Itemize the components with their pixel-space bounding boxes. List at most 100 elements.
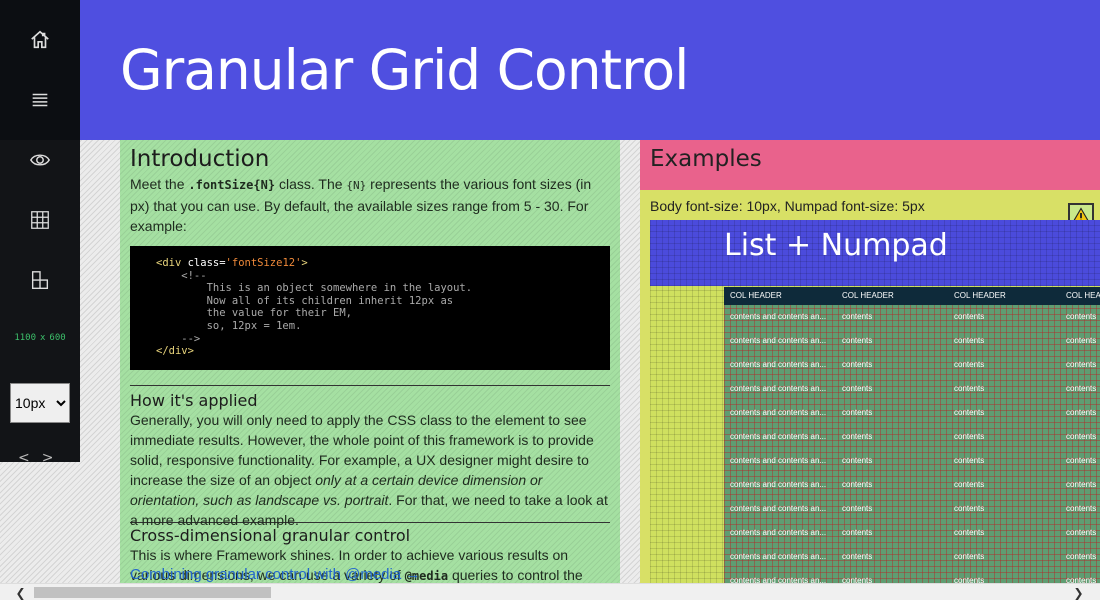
menu-icon (32, 93, 48, 107)
table-cell: contents (1066, 552, 1097, 561)
table-row[interactable]: contents and contents an... contents conte… (724, 329, 1100, 353)
scroll-right-button[interactable]: ❯ (1070, 584, 1087, 600)
code-line: the value for their EM, (156, 307, 352, 320)
table-row[interactable]: contents and contents an... contents conte… (724, 401, 1100, 425)
intro-panel: Introduction Meet the .fontSize{N} class… (120, 140, 620, 585)
viewport-sep: x (40, 333, 46, 343)
table-row[interactable]: contents and contents an... contents conte… (724, 377, 1100, 401)
table-cell: contents and contents an... (730, 432, 827, 441)
sidebar: 1100 x 600 10px <> (0, 0, 80, 466)
viewport-height: 600 (49, 333, 66, 343)
examples-body: Body font-size: 10px, Numpad font-size: … (640, 190, 1100, 585)
table-cell: contents and contents an... (730, 312, 827, 321)
pager: <> (18, 450, 65, 466)
table-cell: contents (1066, 384, 1097, 393)
table-cell: contents (842, 312, 873, 321)
table-cell: contents (954, 336, 985, 345)
table-row[interactable]: contents and contents an... contents conte… (724, 473, 1100, 497)
code-tag-open: <div (156, 257, 188, 269)
menu-button[interactable] (0, 70, 80, 130)
table-cell: contents and contents an... (730, 504, 827, 513)
media-link[interactable]: Combining granular control with @media → (130, 566, 420, 583)
table-cell: contents (954, 360, 985, 369)
code-example: <div class='fontSize12'> <!-- This is an… (130, 246, 610, 370)
table-cell: contents (954, 552, 985, 561)
scroll-left-button[interactable]: ❮ (12, 584, 29, 600)
code-line: </div> (156, 345, 194, 358)
code-string: 'fontSize12' (225, 257, 302, 269)
table-cell: contents (842, 360, 873, 369)
layout-button[interactable] (0, 250, 80, 310)
grid-button[interactable] (0, 190, 80, 250)
code-line: <!-- (156, 269, 207, 282)
table-header-row: COL HEADER COL HEADER COL HEADER COL HEADER (724, 287, 1100, 305)
view-button[interactable] (0, 130, 80, 190)
table-cell: contents and contents an... (730, 456, 827, 465)
table-cell: contents (1066, 480, 1097, 489)
table-cell: contents (954, 432, 985, 441)
next-button[interactable]: > (42, 450, 66, 466)
table-cell: contents (954, 384, 985, 393)
table-row[interactable]: contents and contents an... contents conte… (724, 521, 1100, 545)
scroll-thumb[interactable] (34, 587, 271, 598)
table-row[interactable]: contents and contents an... contents conte… (724, 545, 1100, 569)
table-row[interactable]: contents and contents an... contents conte… (724, 497, 1100, 521)
table-cell: contents (1066, 360, 1097, 369)
column-header: COL HEADER (1066, 291, 1100, 300)
table-cell: contents (842, 408, 873, 417)
table-cell: contents (1066, 528, 1097, 537)
code-attr: class= (187, 257, 226, 269)
table-cell: contents (842, 384, 873, 393)
table-cell: contents and contents an... (730, 552, 827, 561)
prev-button[interactable]: < (18, 450, 42, 466)
column-header: COL HEADER (842, 291, 894, 300)
table-cell: contents and contents an... (730, 360, 827, 369)
grid-icon (31, 211, 49, 229)
table-row[interactable]: contents and contents an... contents conte… (724, 353, 1100, 377)
table-cell: contents (954, 456, 985, 465)
page-header: Granular Grid Control (80, 0, 1100, 140)
table-row[interactable]: contents and contents an... contents conte… (724, 449, 1100, 473)
eye-icon (29, 154, 51, 166)
list-numpad-title: List + Numpad (724, 228, 948, 263)
table-cell: contents (1066, 432, 1097, 441)
code-line: Now all of its children inherit 12px as (156, 294, 454, 307)
table-cell: contents (1066, 336, 1097, 345)
table-cell: contents (842, 552, 873, 561)
table-cell: contents (1066, 504, 1097, 513)
horizontal-scrollbar[interactable]: ❮ ❯ (0, 583, 1100, 600)
viewport-width: 1100 (14, 333, 36, 343)
font-size-label: Body font-size: 10px, Numpad font-size: … (650, 198, 925, 214)
table-cell: contents (842, 456, 873, 465)
home-button[interactable] (0, 10, 80, 70)
table-cell: contents (842, 432, 873, 441)
intro-text-b: class. The (275, 176, 347, 192)
code-line: This is an object somewhere in the layou… (156, 282, 473, 295)
table-cell: contents (1066, 456, 1097, 465)
table-cell: contents (954, 504, 985, 513)
cross-dimensional-heading: Cross-dimensional granular control (130, 525, 411, 545)
how-applied-heading: How it's applied (130, 390, 258, 410)
table-row[interactable]: contents and contents an... contents conte… (724, 425, 1100, 449)
table-cell: contents (954, 312, 985, 321)
table-cell: contents (954, 408, 985, 417)
examples-panel: Examples Body font-size: 10px, Numpad fo… (640, 140, 1100, 585)
table-cell: contents (954, 480, 985, 489)
how-applied-paragraph: Generally, you will only need to apply t… (130, 410, 610, 528)
table-cell: contents (842, 528, 873, 537)
intro-paragraph: Meet the .fontSize{N} class. The {N} rep… (130, 174, 610, 236)
n-code: {N} (346, 179, 367, 192)
examples-header: Examples (640, 140, 1100, 190)
examples-title: Examples (650, 146, 762, 172)
layout-icon (31, 271, 49, 289)
page-title: Granular Grid Control (120, 38, 689, 102)
table-cell: contents and contents an... (730, 528, 827, 537)
list-numpad-header: List + Numpad (650, 220, 1100, 286)
font-size-select[interactable]: 10px (10, 383, 70, 423)
table-cell: contents (842, 336, 873, 345)
viewport-dimensions: 1100 x 600 (0, 333, 80, 343)
code-line: so, 12px = 1em. (156, 319, 302, 332)
table-cell: contents and contents an... (730, 408, 827, 417)
table-row[interactable]: contents and contents an... contents conte… (724, 305, 1100, 329)
code-tag-close: > (301, 257, 308, 269)
